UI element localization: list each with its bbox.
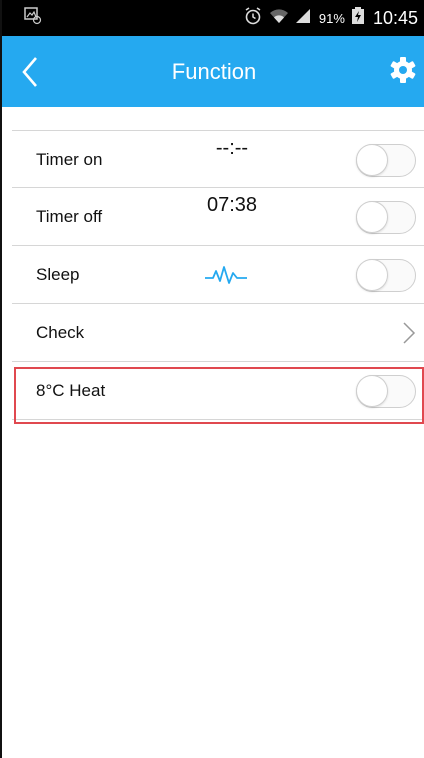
- page-title: Function: [171, 59, 257, 84]
- screenshot-icon: [24, 7, 42, 30]
- toggle-knob: [356, 144, 388, 176]
- app-screen: 91% 10:45 Function Timer on --:-- Timer …: [0, 0, 424, 758]
- sleep-label: Sleep: [36, 265, 80, 284]
- toggle-knob: [356, 201, 388, 233]
- clock: 10:45: [372, 7, 418, 28]
- toggle-knob: [356, 375, 388, 407]
- heat-8c-toggle[interactable]: [356, 375, 416, 408]
- heat-8c-label: 8°C Heat: [36, 381, 106, 400]
- app-header: Function: [2, 36, 424, 107]
- settings-button[interactable]: [388, 55, 418, 85]
- heat-8c-row: 8°C Heat: [12, 362, 424, 420]
- timer-on-row: Timer on --:--: [12, 130, 424, 188]
- function-list: Timer on --:-- Timer off 07:38 Sleep Che…: [12, 130, 424, 420]
- check-row[interactable]: Check: [12, 304, 424, 362]
- chevron-right-icon: [403, 322, 416, 344]
- timer-on-label: Timer on: [36, 150, 103, 169]
- status-bar: 91% 10:45: [2, 0, 424, 36]
- wifi-icon: [269, 7, 289, 30]
- timer-off-label: Timer off: [36, 207, 103, 226]
- check-label: Check: [36, 323, 85, 342]
- gear-icon: [390, 57, 416, 83]
- toggle-knob: [356, 259, 388, 291]
- timer-off-value: 07:38: [206, 194, 258, 216]
- signal-icon: [295, 8, 311, 29]
- alarm-icon: [243, 6, 263, 31]
- timer-on-value: --:--: [215, 137, 249, 159]
- timer-off-toggle[interactable]: [356, 201, 416, 234]
- sleep-row: Sleep: [12, 246, 424, 304]
- timer-on-toggle[interactable]: [356, 144, 416, 177]
- battery-percent: 91%: [318, 10, 345, 26]
- sleep-toggle[interactable]: [356, 259, 416, 292]
- battery-charging-icon: [351, 6, 365, 30]
- timer-off-row: Timer off 07:38: [12, 188, 424, 246]
- sleep-curve-icon: [205, 266, 247, 284]
